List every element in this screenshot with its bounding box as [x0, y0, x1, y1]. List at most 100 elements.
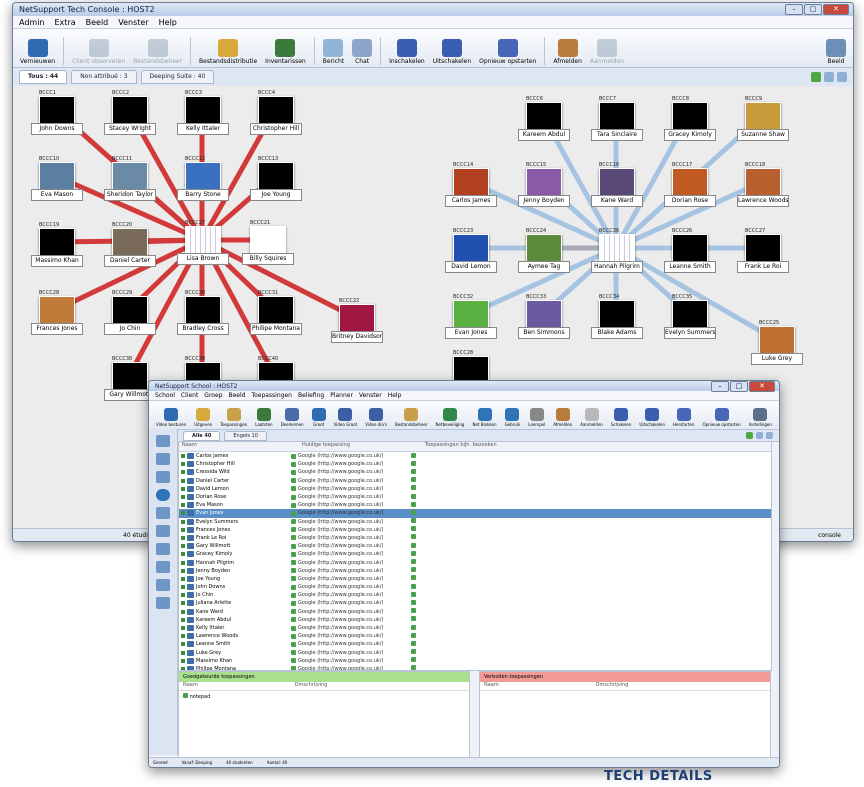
side-users-icon[interactable]	[156, 561, 170, 573]
toolbar-button-5[interactable]: Bericht	[320, 39, 347, 65]
side-screen-icon[interactable]	[156, 453, 170, 465]
school-toolbar-button-10[interactable]: Net Blokken	[469, 408, 499, 427]
school-menu-4[interactable]: Toepassingen	[251, 392, 292, 399]
table-row[interactable]: Leanne Smith Google (http://www.google.co…	[179, 640, 771, 648]
checkbox-icon[interactable]	[181, 617, 185, 622]
refresh-icon[interactable]	[837, 72, 847, 82]
table-row[interactable]: Jenny Boyden Google (http://www.google.co…	[179, 567, 771, 575]
checkbox-icon[interactable]	[181, 495, 185, 500]
school-toolbar-button-7[interactable]: Video dia's	[362, 408, 390, 427]
menu-extra[interactable]: Extra	[55, 18, 76, 27]
toolbar-button-4[interactable]: Inventarissen	[262, 39, 309, 65]
table-row[interactable]: David Lemon Google (http://www.google.co.…	[179, 485, 771, 493]
menu-admin[interactable]: Admin	[19, 18, 45, 27]
table-row[interactable]: Eva Mason Google (http://www.google.co.uk…	[179, 501, 771, 509]
minimize-button[interactable]: –	[785, 4, 803, 15]
view-button[interactable]: Beeld	[823, 39, 849, 65]
checkbox-icon[interactable]	[181, 544, 185, 549]
toolbar-button-1[interactable]: Client observeren	[69, 39, 128, 65]
checkbox-icon[interactable]	[181, 454, 185, 459]
client-node[interactable]: BCCC20 Daniel Carter	[104, 222, 156, 267]
table-row[interactable]: Hannah Pilgrim Google (http://www.google.…	[179, 558, 771, 566]
side-apps-icon[interactable]	[156, 507, 170, 519]
checkbox-icon[interactable]	[181, 568, 185, 573]
toolbar-button-8[interactable]: Uitschakelen	[430, 39, 474, 65]
checkbox-icon[interactable]	[181, 626, 185, 631]
school-toolbar-button-8[interactable]: Bestandsbeheer	[392, 408, 431, 427]
tab-engels[interactable]: Engels 10	[224, 430, 267, 441]
client-node[interactable]: BCCC11 Sheridon Taylor	[104, 156, 156, 201]
school-menu-7[interactable]: Venster	[359, 392, 382, 399]
table-row[interactable]: Gary Willmott Google (http://www.google.c…	[179, 542, 771, 550]
client-node[interactable]: BCCC23 David Lemon	[445, 228, 497, 273]
school-toolbar-button-15[interactable]: Schakelen	[608, 408, 634, 427]
add-icon[interactable]	[811, 72, 821, 82]
checkbox-icon[interactable]	[181, 462, 185, 467]
checkbox-icon[interactable]	[181, 503, 185, 508]
school-toolbar-button-2[interactable]: Toepassingen	[217, 408, 250, 427]
side-print-icon[interactable]	[156, 525, 170, 537]
close-button[interactable]: ✕	[823, 4, 849, 15]
checkbox-icon[interactable]	[181, 519, 185, 524]
table-row[interactable]: Christopher Hill Google (http://www.googl…	[179, 460, 771, 468]
table-row[interactable]: Kane Ward Google (http://www.google.co.uk…	[179, 608, 771, 616]
client-node[interactable]: BCCC18 Lawrence Woods	[737, 162, 789, 207]
school-menu-5[interactable]: Beliefing	[298, 392, 324, 399]
toolbar-button-0[interactable]: Vernieuwen	[17, 39, 58, 65]
table-row[interactable]: Luke Grey Google (http://www.google.co.uk…	[179, 649, 771, 657]
client-node[interactable]: BCCC2 Stacey Wright	[104, 90, 156, 135]
table-row[interactable]: Massimo Khan Google (http://www.google.co…	[179, 657, 771, 665]
layout-icon[interactable]	[824, 72, 834, 82]
client-node[interactable]: BCCC6 Kareem Abdul	[518, 96, 570, 141]
maximize-button[interactable]: □	[804, 4, 822, 15]
toolbar-button-6[interactable]: Chat	[349, 39, 375, 65]
school-toolbar-button-6[interactable]: Video Groot	[331, 408, 361, 427]
client-node[interactable]: BCCC38 Gary Willmott	[104, 356, 156, 401]
col-visited[interactable]: Toepassingen bijh. bezoeken	[422, 442, 545, 451]
allowed-col-desc[interactable]: Omschrijving	[295, 682, 328, 688]
school-minimize-button[interactable]: –	[711, 381, 729, 392]
checkbox-icon[interactable]	[181, 576, 185, 581]
client-node[interactable]: BCCC17 Dorian Rose	[664, 162, 716, 207]
school-toolbar-button-1[interactable]: Uitgeven	[191, 408, 215, 427]
client-node[interactable]: BCCC8 Gracey Kimoly	[664, 96, 716, 141]
table-row[interactable]: Lawrence Woods Google (http://www.google.…	[179, 632, 771, 640]
school-toolbar-button-9[interactable]: Netbeveiliging	[433, 408, 468, 427]
toolbar-button-2[interactable]: Bestandsbeheer	[130, 39, 185, 65]
col-name[interactable]: Naam	[179, 442, 299, 451]
table-row[interactable]: Jo Chin Google (http://www.google.co.uk/)	[179, 591, 771, 599]
school-maximize-button[interactable]: □	[730, 381, 748, 392]
col-current-app[interactable]: Huidige toepassing	[299, 442, 422, 451]
toolbar-button-9[interactable]: Opnieuw opstarten	[476, 39, 539, 65]
checkbox-icon[interactable]	[181, 478, 185, 483]
school-menu-6[interactable]: Planner	[330, 392, 353, 399]
client-node[interactable]: BCCC25 Luke Grey	[751, 320, 803, 365]
client-node[interactable]: BCCC31 Philipe Montana	[250, 290, 302, 335]
table-row[interactable]: Daniel Carter Google (http://www.google.c…	[179, 477, 771, 485]
school-toolbar-button-12[interactable]: Leerspel	[525, 408, 548, 427]
side-view-icon[interactable]	[156, 435, 170, 447]
checkbox-icon[interactable]	[181, 609, 185, 614]
table-row[interactable]: Joe Young Google (http://www.google.co.uk…	[179, 575, 771, 583]
tab-deeping-suite[interactable]: Deeping Suite : 40	[140, 70, 215, 84]
menu-venster[interactable]: Venster	[118, 18, 148, 27]
toolbar-button-11[interactable]: Aanmelden	[587, 39, 627, 65]
side-devices-icon[interactable]	[156, 543, 170, 555]
client-node[interactable]: BCCC34 Blake Adams	[591, 294, 643, 339]
menu-beeld[interactable]: Beeld	[86, 18, 109, 27]
client-node[interactable]: BCCC3 Kelly Ittaler	[177, 90, 229, 135]
school-layout-icon[interactable]	[756, 432, 763, 439]
table-row[interactable]: John Downs Google (http://www.google.co.u…	[179, 583, 771, 591]
table-row[interactable]: Carlos James Google (http://www.google.co…	[179, 452, 771, 460]
school-toolbar-button-14[interactable]: Aanmelden	[577, 408, 606, 427]
client-node[interactable]: BCCC27 Lisa Brown	[177, 220, 229, 265]
school-toolbar-button-18[interactable]: Opnieuw opstarten	[699, 408, 743, 427]
school-menu-3[interactable]: Beeld	[228, 392, 245, 399]
school-toolbar-button-11[interactable]: Gebruik	[502, 408, 524, 427]
client-node[interactable]: BCCC35 Evelyn Summers	[664, 294, 716, 339]
tab-unassigned[interactable]: Non attribué : 3	[71, 70, 137, 84]
table-row[interactable]: Evelyn Summers Google (http://www.google.…	[179, 518, 771, 526]
school-toolbar-button-5[interactable]: Groot	[309, 408, 329, 427]
checkbox-icon[interactable]	[181, 601, 185, 606]
school-menu-0[interactable]: School	[155, 392, 175, 399]
